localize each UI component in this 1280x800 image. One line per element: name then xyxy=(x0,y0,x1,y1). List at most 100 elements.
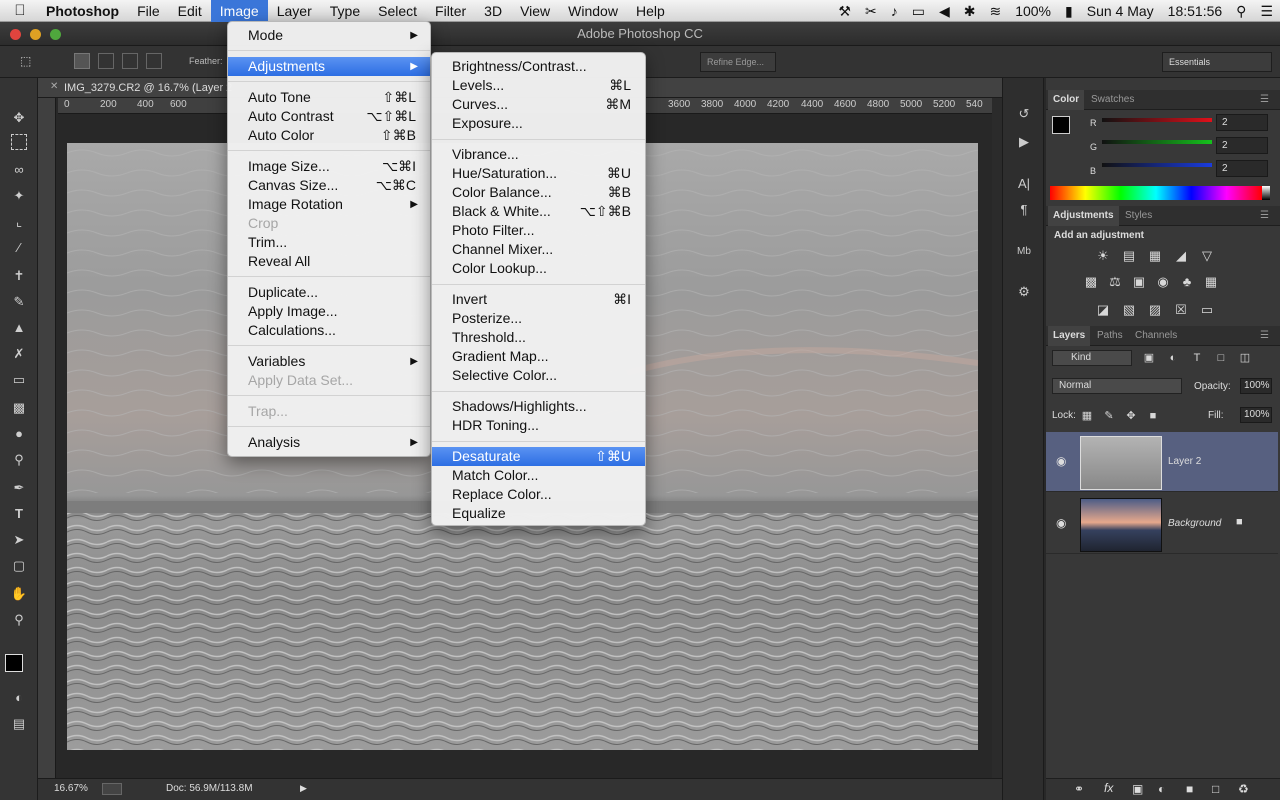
selective-color-icon[interactable]: ☒ xyxy=(1172,302,1190,318)
menu-item-channel-mixer[interactable]: Channel Mixer... xyxy=(432,240,645,259)
channel-b-slider[interactable] xyxy=(1102,163,1212,167)
color-spectrum-ramp[interactable] xyxy=(1050,186,1262,200)
apple-icon[interactable]:  xyxy=(0,2,40,19)
menu-item-hdr-toning[interactable]: HDR Toning... xyxy=(432,416,645,435)
menu-item-exposure[interactable]: Exposure... xyxy=(432,114,645,133)
zoom-window-button[interactable] xyxy=(50,29,61,40)
add-selection-icon[interactable] xyxy=(98,53,114,69)
menu-item-color-lookup[interactable]: Color Lookup... xyxy=(432,259,645,278)
panel-menu-icon[interactable]: ☰ xyxy=(1255,206,1274,226)
channel-r-value[interactable]: 2 xyxy=(1216,114,1268,131)
battery-icon[interactable]: ▮ xyxy=(1058,3,1080,20)
menu-3d[interactable]: 3D xyxy=(475,0,511,22)
menu-item-color-balance[interactable]: Color Balance... ⌘B xyxy=(432,183,645,202)
spotlight-icon[interactable]: ⚲ xyxy=(1229,3,1253,20)
menu-item-replace-color[interactable]: Replace Color... xyxy=(432,485,645,504)
move-tool-icon[interactable]: ✥ xyxy=(8,108,30,128)
add-mask-icon[interactable]: ▣ xyxy=(1132,782,1143,796)
close-tab-icon[interactable]: ✕ xyxy=(50,81,58,92)
airplay-icon[interactable]: ▭ xyxy=(905,3,932,20)
hand-tool-icon[interactable]: ✋ xyxy=(8,584,30,604)
layer-name[interactable]: Background xyxy=(1168,518,1221,529)
posterize-icon[interactable]: ▧ xyxy=(1120,302,1138,318)
layer-style-icon[interactable]: fx xyxy=(1104,781,1113,795)
menu-item-variables[interactable]: Variables ▶ xyxy=(228,352,430,371)
close-window-button[interactable] xyxy=(10,29,21,40)
menu-item-invert[interactable]: Invert ⌘I xyxy=(432,290,645,309)
filter-adjustment-icon[interactable]: ◐ xyxy=(1164,350,1182,366)
menu-item-levels[interactable]: Levels... ⌘L xyxy=(432,76,645,95)
menu-help[interactable]: Help xyxy=(627,0,674,22)
lock-position-icon[interactable]: ✥ xyxy=(1122,408,1140,424)
menu-item-canvas-size[interactable]: Canvas Size... ⌥⌘C xyxy=(228,176,430,195)
menu-item-analysis[interactable]: Analysis ▶ xyxy=(228,433,430,452)
new-group-icon[interactable]: ■ xyxy=(1186,782,1193,796)
menu-file[interactable]: File xyxy=(128,0,169,22)
menu-item-photo-filter[interactable]: Photo Filter... xyxy=(432,221,645,240)
lock-transparent-icon[interactable]: ▦ xyxy=(1078,408,1096,424)
menu-item-duplicate[interactable]: Duplicate... xyxy=(228,283,430,302)
menu-item-hue-saturation[interactable]: Hue/Saturation... ⌘U xyxy=(432,164,645,183)
minimize-window-button[interactable] xyxy=(30,29,41,40)
new-selection-icon[interactable] xyxy=(74,53,90,69)
quick-selection-icon[interactable]: ✦ xyxy=(8,186,30,206)
libraries-panel-icon[interactable]: Mb xyxy=(1013,242,1035,262)
proof-icon[interactable] xyxy=(102,783,122,795)
channel-g-slider[interactable] xyxy=(1102,140,1212,144)
lasso-tool-icon[interactable]: ∞ xyxy=(8,160,30,180)
menu-item-auto-tone[interactable]: Auto Tone ⇧⌘L xyxy=(228,88,430,107)
history-brush-icon[interactable]: ✗ xyxy=(8,344,30,364)
menu-layer[interactable]: Layer xyxy=(268,0,321,22)
properties-panel-icon[interactable]: ⚙ xyxy=(1013,282,1035,302)
menu-image[interactable]: Image xyxy=(210,0,268,22)
menu-item-brightness-contrast[interactable]: Brightness/Contrast... xyxy=(432,57,645,76)
tab-channels[interactable]: Channels xyxy=(1130,326,1182,346)
new-layer-icon[interactable]: □ xyxy=(1212,782,1219,796)
menu-item-apply-image[interactable]: Apply Image... xyxy=(228,302,430,321)
menu-item-posterize[interactable]: Posterize... xyxy=(432,309,645,328)
screen-mode-icon[interactable]: ▤ xyxy=(8,714,30,734)
new-adjustment-layer-icon[interactable]: ◐ xyxy=(1158,782,1165,796)
type-tool-icon[interactable]: T xyxy=(8,504,30,524)
menu-select[interactable]: Select xyxy=(369,0,426,22)
actions-panel-icon[interactable]: ▶ xyxy=(1013,132,1035,152)
visibility-eye-icon[interactable]: ◉ xyxy=(1056,516,1066,530)
fill-value[interactable]: 100% xyxy=(1240,407,1272,423)
wifi-icon[interactable]: ≋ xyxy=(982,3,1008,20)
tab-color[interactable]: Color xyxy=(1048,90,1085,110)
hue-saturation-icon[interactable]: ▩ xyxy=(1082,274,1100,290)
delete-layer-icon[interactable]: ♻ xyxy=(1238,782,1249,796)
bw-ramp[interactable] xyxy=(1262,186,1270,200)
menu-item-curves[interactable]: Curves... ⌘M xyxy=(432,95,645,114)
channel-b-value[interactable]: 2 xyxy=(1216,160,1268,177)
menu-filter[interactable]: Filter xyxy=(426,0,475,22)
battery-percent[interactable]: 100% xyxy=(1008,3,1058,19)
menu-item-image-size[interactable]: Image Size... ⌥⌘I xyxy=(228,157,430,176)
bluetooth-icon[interactable]: ✱ xyxy=(957,3,983,20)
menu-type[interactable]: Type xyxy=(321,0,369,22)
refine-edge-button[interactable]: Refine Edge... xyxy=(700,52,776,72)
menu-item-vibrance[interactable]: Vibrance... xyxy=(432,145,645,164)
menu-item-trim[interactable]: Trim... xyxy=(228,233,430,252)
quick-mask-icon[interactable]: ◐ xyxy=(8,688,30,708)
exposure-icon[interactable]: ◢ xyxy=(1172,248,1190,264)
zoom-level[interactable]: 16.67% xyxy=(54,783,88,794)
wrench-icon[interactable]: ⚒ xyxy=(831,3,858,20)
layer-row-background[interactable]: ◉ Background ■ xyxy=(1046,494,1278,554)
menu-item-reveal-all[interactable]: Reveal All xyxy=(228,252,430,271)
tab-swatches[interactable]: Swatches xyxy=(1086,90,1139,110)
filter-type-icon[interactable]: T xyxy=(1188,350,1206,366)
vertical-scrollbar[interactable] xyxy=(992,98,1002,778)
menu-edit[interactable]: Edit xyxy=(169,0,211,22)
eraser-icon[interactable]: ▭ xyxy=(8,370,30,390)
scissors-icon[interactable]: ✂ xyxy=(858,3,884,20)
pen-tool-icon[interactable]: ✒ xyxy=(8,478,30,498)
lock-pixels-icon[interactable]: ✎ xyxy=(1100,408,1118,424)
menu-item-calculations[interactable]: Calculations... xyxy=(228,321,430,340)
document-tab-title[interactable]: IMG_3279.CR2 @ 16.7% (Layer 2 xyxy=(64,78,232,98)
music-icon[interactable]: ♪ xyxy=(884,3,905,19)
path-selection-icon[interactable]: ➤ xyxy=(8,530,30,550)
brightness-contrast-icon[interactable]: ☀ xyxy=(1094,248,1112,264)
photo-filter-icon[interactable]: ◉ xyxy=(1154,274,1172,290)
character-panel-icon[interactable]: A| xyxy=(1013,174,1035,194)
